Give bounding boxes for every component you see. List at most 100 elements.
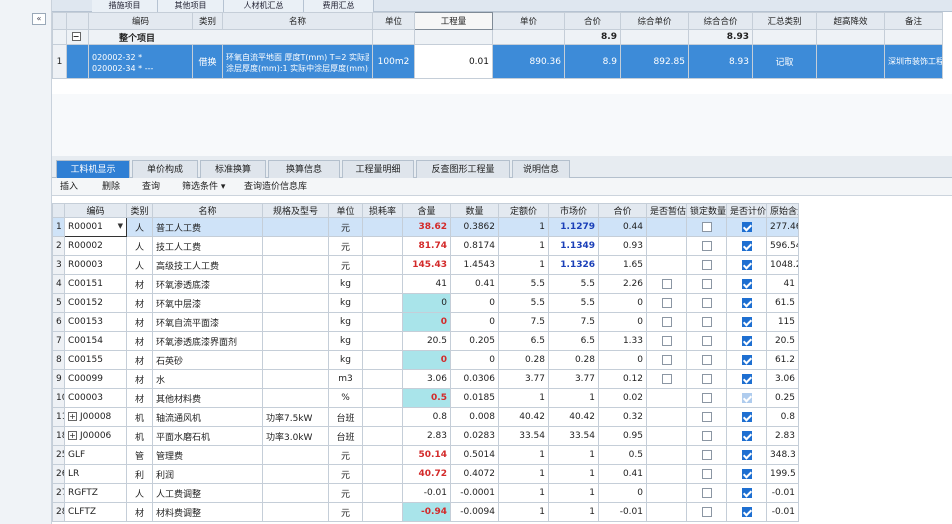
count-price[interactable] bbox=[726, 483, 767, 503]
material-quantity[interactable]: 0.0185 bbox=[450, 388, 499, 408]
code-dropdown-icon[interactable]: ▼ bbox=[118, 222, 123, 230]
material-market-price[interactable]: 6.5 bbox=[548, 331, 599, 351]
material-content[interactable]: 41 bbox=[402, 274, 451, 294]
tab-quantity-details[interactable]: 工程量明细 bbox=[342, 160, 414, 178]
material-row[interactable]: 8 C00155 材石英砂 kg 0 0 0.28 0.28 0 61.2 bbox=[52, 350, 799, 370]
lock-quantity[interactable] bbox=[686, 293, 727, 313]
count-price[interactable] bbox=[726, 274, 767, 294]
lock-quantity[interactable] bbox=[686, 369, 727, 389]
lock-quantity-checkbox[interactable] bbox=[701, 411, 712, 422]
material-code[interactable]: C00151 bbox=[64, 274, 127, 294]
material-market-price[interactable]: 1 bbox=[548, 445, 599, 465]
is-estimate[interactable] bbox=[646, 274, 687, 294]
material-quantity[interactable]: -0.0094 bbox=[450, 502, 499, 522]
lock-quantity-checkbox[interactable] bbox=[701, 506, 712, 517]
lock-quantity-checkbox[interactable] bbox=[701, 487, 712, 498]
material-content[interactable]: 0 bbox=[402, 350, 451, 370]
material-loss-rate[interactable] bbox=[362, 236, 403, 256]
material-code[interactable]: C00003 bbox=[64, 388, 127, 408]
material-content[interactable]: 3.06 bbox=[402, 369, 451, 389]
material-loss-rate[interactable] bbox=[362, 255, 403, 275]
header-unit[interactable]: 单位 bbox=[372, 12, 415, 30]
material-loss-rate[interactable] bbox=[362, 483, 403, 503]
lock-quantity-checkbox[interactable] bbox=[701, 221, 712, 232]
is-estimate[interactable] bbox=[646, 331, 687, 351]
material-row[interactable]: 27RGFTZ人人工费调整元-0.01-0.0001110-0.01 bbox=[52, 483, 799, 503]
material-quantity[interactable]: 0.0283 bbox=[450, 426, 499, 446]
material-row[interactable]: 10C00003材其他材料费%0.50.0185110.020.25 bbox=[52, 388, 799, 408]
query-button[interactable]: 查询 bbox=[142, 178, 160, 196]
lock-quantity[interactable] bbox=[686, 274, 727, 294]
material-market-price[interactable]: 5.5 bbox=[548, 274, 599, 294]
material-market-price[interactable]: 5.5 bbox=[548, 293, 599, 313]
lower-header-lock-quantity[interactable]: 锁定数量 bbox=[686, 203, 727, 218]
lower-header-code[interactable]: 编码 bbox=[64, 203, 127, 218]
header-category[interactable]: 类别 bbox=[192, 12, 223, 30]
material-row[interactable]: 3 R00003 人高级技工人工费 元 145.43 1.4543 1 1.1326 1.65 1… bbox=[52, 255, 799, 275]
material-market-price[interactable]: 0.28 bbox=[548, 350, 599, 370]
lock-quantity[interactable] bbox=[686, 445, 727, 465]
count-price-checkbox[interactable] bbox=[741, 468, 752, 479]
tab-labor-material-summary[interactable]: 人材机汇总 bbox=[224, 0, 304, 12]
lock-quantity-checkbox[interactable] bbox=[701, 316, 712, 327]
count-price-checkbox[interactable] bbox=[741, 316, 752, 327]
material-quantity[interactable]: 1.4543 bbox=[450, 255, 499, 275]
header-remark[interactable]: 备注 bbox=[884, 12, 943, 30]
material-content[interactable]: 38.62 bbox=[402, 217, 451, 237]
material-quantity[interactable]: 0.5014 bbox=[450, 445, 499, 465]
count-price-checkbox[interactable] bbox=[741, 373, 752, 384]
material-loss-rate[interactable] bbox=[362, 388, 403, 408]
is-estimate-checkbox[interactable] bbox=[661, 278, 672, 289]
material-content[interactable]: -0.01 bbox=[402, 483, 451, 503]
header-comprehensive-total[interactable]: 综合合价 bbox=[688, 12, 753, 30]
is-estimate[interactable] bbox=[646, 502, 687, 522]
header-comprehensive-unit-price[interactable]: 综合单价 bbox=[620, 12, 689, 30]
material-quantity[interactable]: 0.205 bbox=[450, 331, 499, 351]
count-price[interactable] bbox=[726, 217, 767, 237]
is-estimate[interactable] bbox=[646, 445, 687, 465]
lower-header-is-estimate[interactable]: 是否暂估 bbox=[646, 203, 687, 218]
lock-quantity[interactable] bbox=[686, 255, 727, 275]
lower-header-spec[interactable]: 规格及型号 bbox=[262, 203, 329, 218]
material-content[interactable]: 145.43 bbox=[402, 255, 451, 275]
count-price[interactable] bbox=[726, 331, 767, 351]
material-market-price[interactable]: 33.54 bbox=[548, 426, 599, 446]
material-content[interactable]: 0.5 bbox=[402, 388, 451, 408]
lock-quantity-checkbox[interactable] bbox=[701, 240, 712, 251]
material-content[interactable]: 0 bbox=[402, 293, 451, 313]
lower-header-quantity[interactable]: 数量 bbox=[450, 203, 499, 218]
lock-quantity-checkbox[interactable] bbox=[701, 468, 712, 479]
count-price[interactable] bbox=[726, 236, 767, 256]
material-code[interactable]: R00002 bbox=[64, 236, 127, 256]
material-row[interactable]: 7 C00154 材环氧渗透底漆界面剂 kg 20.5 0.205 6.5 6.5 1.33 20… bbox=[52, 331, 799, 351]
material-loss-rate[interactable] bbox=[362, 464, 403, 484]
is-estimate-checkbox[interactable] bbox=[661, 354, 672, 365]
count-price[interactable] bbox=[726, 445, 767, 465]
tab-labor-material-display[interactable]: 工料机显示 bbox=[56, 160, 130, 178]
tab-standard-conversion[interactable]: 标准换算 bbox=[200, 160, 266, 178]
count-price-checkbox[interactable] bbox=[741, 430, 752, 441]
material-content[interactable]: 50.14 bbox=[402, 445, 451, 465]
lock-quantity[interactable] bbox=[686, 407, 727, 427]
material-code[interactable]: C00099 bbox=[64, 369, 127, 389]
tab-other-items[interactable]: 其他项目 bbox=[158, 0, 224, 12]
is-estimate-checkbox[interactable] bbox=[661, 335, 672, 346]
count-price[interactable] bbox=[726, 255, 767, 275]
lock-quantity-checkbox[interactable] bbox=[701, 278, 712, 289]
material-code[interactable]: C00152 bbox=[64, 293, 127, 313]
header-overheight-reduction[interactable]: 超高降效 bbox=[816, 12, 885, 30]
material-code[interactable]: CLFTZ bbox=[64, 502, 127, 522]
count-price-checkbox[interactable] bbox=[741, 449, 752, 460]
tab-cost-summary[interactable]: 费用汇总 bbox=[304, 0, 374, 12]
project-group-row[interactable]: − 整个项目 8.9 8.93 bbox=[52, 29, 943, 45]
expand-icon[interactable]: + bbox=[68, 412, 77, 421]
tab-conversion-info[interactable]: 换算信息 bbox=[268, 160, 340, 178]
lock-quantity-checkbox[interactable] bbox=[701, 430, 712, 441]
is-estimate[interactable] bbox=[646, 350, 687, 370]
material-quantity[interactable]: 0 bbox=[450, 350, 499, 370]
count-price-checkbox[interactable] bbox=[741, 335, 752, 346]
material-quantity[interactable]: 0.3862 bbox=[450, 217, 499, 237]
material-quantity[interactable]: 0.41 bbox=[450, 274, 499, 294]
material-market-price[interactable]: 7.5 bbox=[548, 312, 599, 332]
material-code[interactable]: R00001 ▼ bbox=[64, 217, 127, 237]
